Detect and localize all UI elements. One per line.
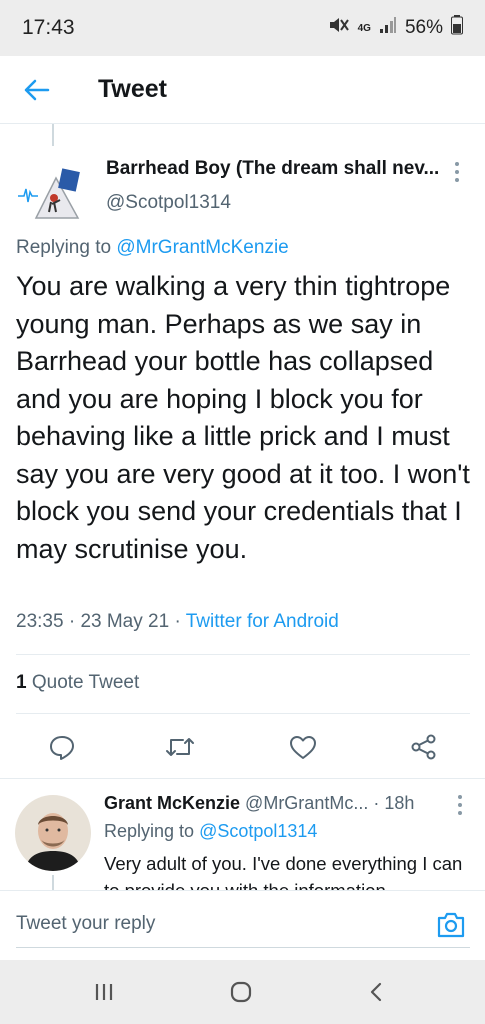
status-time: 17:43 [22, 16, 75, 39]
reply-age: 18h [384, 793, 415, 813]
camera-icon [437, 912, 465, 938]
separator: · [373, 793, 385, 813]
reply-author-name[interactable]: Grant McKenzie [104, 793, 240, 813]
reply-author-line: Grant McKenzie @MrGrantMc... · 18h [104, 793, 414, 814]
more-dot [458, 795, 462, 799]
page-title: Tweet [98, 75, 167, 103]
more-dot [455, 162, 459, 166]
meta-separator: · [174, 611, 186, 632]
quote-tweets-count[interactable]: 1 Quote Tweet [16, 672, 139, 694]
avatar[interactable] [15, 795, 91, 871]
retweet-icon [166, 738, 194, 756]
reply-more-options-button[interactable] [455, 795, 465, 815]
home-icon [230, 981, 252, 1003]
reply-input[interactable] [16, 913, 416, 935]
back-button[interactable] [0, 56, 74, 124]
tweet-actions [0, 718, 485, 776]
tweet-source[interactable]: Twitter for Android [186, 611, 339, 632]
mute-icon [328, 15, 350, 41]
replying-to-mention[interactable]: @MrGrantMcKenzie [116, 237, 288, 258]
divider [16, 713, 470, 714]
quote-count: 1 [16, 672, 27, 693]
heart-icon [290, 736, 316, 759]
divider [16, 654, 470, 655]
reply-icon [50, 736, 74, 760]
tweet-date: 23 May 21 [80, 611, 170, 632]
tweet-text: You are walking a very thin tightrope yo… [16, 271, 470, 564]
tweet-time: 23:35 [16, 611, 64, 632]
recent-apps-icon [95, 984, 113, 1000]
compose-bar [0, 890, 485, 958]
more-options-button[interactable] [447, 160, 467, 184]
replying-label: Replying to [104, 821, 195, 841]
more-dot [458, 803, 462, 807]
share-button[interactable] [407, 730, 441, 764]
author-name[interactable]: Barrhead Boy (The dream shall nev... [106, 158, 441, 180]
tweet-header: Barrhead Boy (The dream shall nev... @Sc… [0, 146, 485, 234]
more-dot [458, 811, 462, 815]
meta-separator: · [68, 611, 81, 632]
thread-line [52, 875, 54, 890]
status-icons: 4G 56% [328, 15, 463, 41]
recent-apps-button[interactable] [89, 978, 119, 1006]
signal-icon [379, 16, 397, 40]
battery-icon [451, 15, 463, 41]
input-underline [16, 947, 470, 948]
status-bar: 17:43 4G 56% [0, 0, 485, 56]
chevron-left-icon [370, 982, 382, 1002]
home-button[interactable] [226, 978, 256, 1006]
reply-replying-to: Replying to @Scotpol1314 [104, 821, 317, 842]
system-back-button[interactable] [361, 978, 391, 1006]
app-bar: Tweet [0, 56, 485, 124]
replying-label: Replying to [16, 237, 112, 258]
system-nav-bar [0, 960, 485, 1024]
thread-line [52, 124, 54, 146]
replying-to-mention[interactable]: @Scotpol1314 [199, 821, 317, 841]
replying-to: Replying to @MrGrantMcKenzie [16, 237, 289, 259]
battery-percent: 56% [404, 17, 443, 38]
quote-label: Quote Tweet [31, 672, 140, 693]
back-arrow-icon [24, 79, 50, 100]
reply-tweet[interactable]: Grant McKenzie @MrGrantMc... · 18h Reply… [0, 778, 485, 890]
more-dot [455, 170, 459, 174]
camera-button[interactable] [435, 909, 467, 941]
reply-button[interactable] [45, 730, 79, 764]
like-button[interactable] [286, 730, 320, 764]
retweet-button[interactable] [163, 730, 197, 764]
reply-author-handle[interactable]: @MrGrantMc... [245, 793, 368, 813]
network-type-icon: 4G [357, 22, 371, 34]
tweet-meta: 23:35 · 23 May 21 · Twitter for Android [16, 611, 339, 633]
share-icon [411, 734, 436, 760]
author-handle[interactable]: @Scotpol1314 [106, 192, 231, 214]
more-dot [455, 178, 459, 182]
reply-text: Very adult of you. I've done everything … [104, 853, 463, 890]
avatar[interactable] [16, 156, 92, 232]
